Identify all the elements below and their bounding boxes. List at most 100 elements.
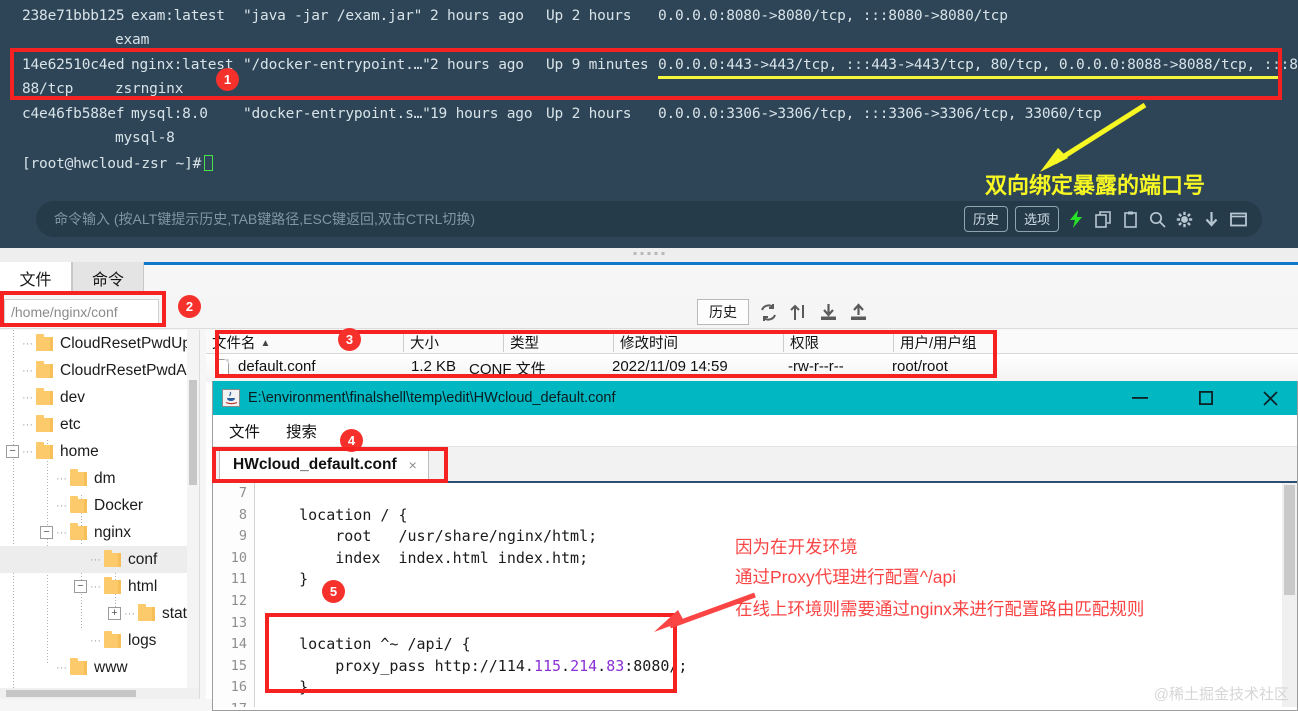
tab-commands[interactable]: 命令	[72, 262, 144, 295]
bolt-icon[interactable]	[1066, 209, 1086, 229]
tree-item-home[interactable]: − ··· home	[0, 438, 199, 465]
maximize-icon[interactable]	[1183, 381, 1229, 415]
container-status: Up 2 hours	[546, 106, 632, 122]
shell-prompt: [root@hwcloud-zsr ~]#	[22, 155, 214, 172]
code-line[interactable]	[263, 699, 687, 707]
table-row[interactable]: default.conf 1.2 KB CONF 文件 2022/11/09 1…	[206, 354, 1298, 382]
search-icon[interactable]	[1147, 209, 1167, 229]
tree-item-logs[interactable]: ··· logs	[0, 627, 199, 654]
column-header-type[interactable]: 类型	[503, 332, 539, 352]
tree-item-label: logs	[128, 631, 157, 649]
container-image: exam:latest	[131, 8, 225, 24]
transfer-icon[interactable]	[787, 301, 809, 323]
upload-icon[interactable]	[847, 301, 869, 323]
options-button[interactable]: 选项	[1014, 206, 1059, 232]
column-header-owner[interactable]: 用户/用户组	[893, 332, 977, 352]
download-icon[interactable]	[1201, 209, 1221, 229]
code-line[interactable]	[263, 613, 687, 635]
tree-vertical-scrollbar[interactable]	[187, 330, 199, 699]
path-input[interactable]: /home/nginx/conf	[4, 299, 159, 325]
close-icon[interactable]: ×	[409, 457, 417, 473]
tree-item-www[interactable]: ··· www	[0, 654, 199, 681]
folder-icon	[36, 387, 53, 405]
container-id: c4e46fb588ef	[22, 106, 125, 122]
tree-item-html[interactable]: − ··· html	[0, 573, 199, 600]
container-command: "/docker-entrypoint.…"	[243, 57, 431, 73]
container-command: "docker-entrypoint.s…"	[243, 106, 431, 122]
editor-title-bar[interactable]: E:\environment\finalshell\temp\edit\HWcl…	[213, 381, 1297, 415]
duplicate-icon[interactable]	[1093, 209, 1113, 229]
column-header-perms[interactable]: 权限	[783, 332, 819, 352]
code-line[interactable]: index index.html index.htm;	[263, 548, 687, 570]
watermark: @稀土掘金技术社区	[1153, 686, 1289, 703]
panel-accent-line	[0, 262, 1298, 265]
tree-item-dm[interactable]: ··· dm	[0, 465, 199, 492]
folder-icon	[70, 657, 87, 675]
container-ports-wrap: 88/tcp	[22, 81, 74, 97]
column-header-name[interactable]: 文件名 ▲	[206, 332, 270, 352]
tree-connector: ···	[56, 499, 67, 512]
command-input-placeholder[interactable]: 命令输入 (按ALT键提示历史,TAB键路径,ESC键返回,双击CTRL切换)	[54, 209, 475, 229]
paste-icon[interactable]	[1120, 209, 1140, 229]
tree-item-label: CloudrResetPwdAg	[60, 361, 196, 379]
ports-underline-highlight	[658, 76, 1280, 79]
refresh-icon[interactable]	[757, 301, 779, 323]
collapse-icon[interactable]: −	[6, 445, 19, 458]
editor-tab[interactable]: HWcloud_default.conf ×	[219, 447, 429, 481]
collapse-icon[interactable]: −	[40, 526, 53, 539]
close-icon[interactable]	[1247, 381, 1293, 415]
tree-item-static[interactable]: + ··· static	[0, 600, 199, 627]
line-number: 12	[230, 592, 247, 609]
path-history-button[interactable]: 历史	[697, 299, 749, 325]
cell-file-modified: 2022/11/09 14:59	[612, 358, 728, 375]
code-line[interactable]: root /usr/share/nginx/html;	[263, 526, 687, 548]
menu-item-search[interactable]: 搜索	[286, 420, 317, 442]
code-number-token: 83	[606, 656, 625, 675]
history-button[interactable]: 历史	[963, 206, 1008, 232]
gear-icon[interactable]	[1174, 209, 1194, 229]
port-annotation-note: 双向绑定暴露的端口号	[985, 173, 1206, 198]
tree-item-nginx[interactable]: − ··· nginx	[0, 519, 199, 546]
tree-item-cloudrresetpwdag[interactable]: ··· CloudrResetPwdAg	[0, 357, 199, 384]
tree-item-dev[interactable]: ··· dev	[0, 384, 199, 411]
folder-icon	[70, 468, 87, 486]
line-number: 8	[238, 506, 247, 523]
panel-splitter[interactable]	[0, 248, 1298, 262]
tree-item-label: html	[128, 577, 158, 595]
cell-file-perms: -rw-r--r--	[788, 358, 844, 375]
folder-icon	[138, 603, 155, 621]
window-icon[interactable]	[1228, 209, 1248, 229]
java-app-icon	[222, 389, 240, 407]
code-line[interactable]: }	[263, 677, 687, 699]
container-image: nginx:latest	[131, 57, 234, 73]
container-name: zsrnginx	[115, 81, 184, 97]
command-input-bar[interactable]: 命令输入 (按ALT键提示历史,TAB键路径,ESC键返回,双击CTRL切换) …	[36, 201, 1262, 237]
line-number: 7	[238, 485, 247, 501]
tree-item-docker[interactable]: ··· Docker	[0, 492, 199, 519]
code-line[interactable]: location ^~ /api/ {	[263, 634, 687, 656]
line-number: 15	[230, 657, 247, 674]
tree-horizontal-scrollbar[interactable]	[0, 688, 199, 699]
file-list-header: 文件名 ▲ 大小 类型 修改时间 权限 用户/用户组	[206, 330, 1298, 354]
column-header-size[interactable]: 大小	[403, 332, 439, 352]
tree-item-label: etc	[60, 415, 81, 433]
tree-item-conf[interactable]: ··· conf	[0, 546, 199, 573]
download-icon[interactable]	[817, 301, 839, 323]
tree-item-cloudresetpwdup[interactable]: ··· CloudResetPwdUp	[0, 330, 199, 357]
code-vertical-scrollbar[interactable]	[1282, 483, 1297, 707]
tree-item-etc[interactable]: ··· etc	[0, 411, 199, 438]
tab-files[interactable]: 文件	[0, 262, 72, 295]
column-header-modified[interactable]: 修改时间	[613, 332, 678, 352]
minimize-icon[interactable]	[1117, 381, 1163, 415]
code-line[interactable]	[263, 483, 687, 505]
tree-connector: ···	[90, 580, 101, 593]
collapse-icon[interactable]: −	[74, 580, 87, 593]
menu-item-file[interactable]: 文件	[229, 420, 260, 442]
splitter-grip	[633, 252, 665, 255]
code-line[interactable]: location / {	[263, 505, 687, 527]
expand-icon[interactable]: +	[108, 607, 121, 620]
annotation-badge-2: 2	[178, 295, 201, 318]
directory-tree[interactable]: ··· CloudResetPwdUp ··· CloudrResetPwdAg ···…	[0, 330, 200, 699]
code-line[interactable]: proxy_pass http://114.115.214.83:8080/;	[263, 656, 687, 678]
line-number-gutter: 7 8 9 10 11 12 13 14 15 16 17	[213, 483, 255, 707]
